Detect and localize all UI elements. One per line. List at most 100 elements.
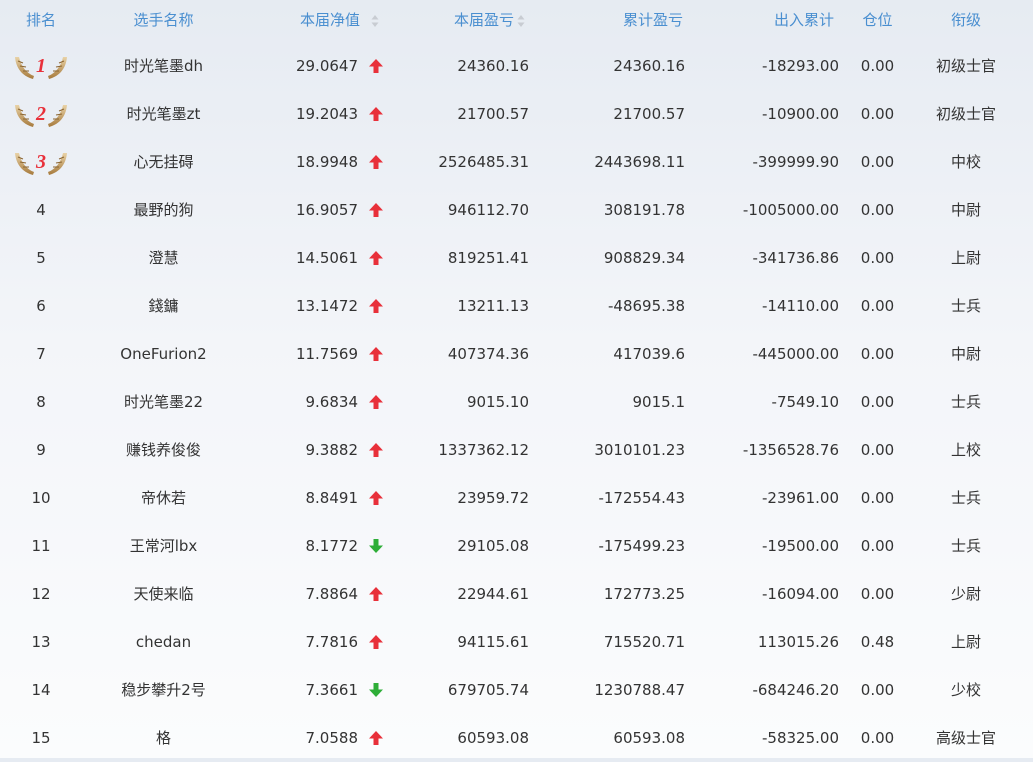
net-value: 11.7569 <box>295 345 358 363</box>
military-rank: 中尉 <box>950 201 981 219</box>
table-row[interactable]: 9 赚钱养俊俊 9.3882 1337362.12 3010101.23 -1356528… <box>0 426 1033 474</box>
table-row[interactable]: 6 錢鏞 13.1472 13211.13 -48695.38 -14110.00 0.00… <box>0 282 1033 330</box>
net-value: 19.2043 <box>295 105 358 123</box>
military-rank: 少尉 <box>950 585 981 603</box>
trend-indicator <box>366 90 386 138</box>
net-value: 29.0647 <box>295 57 358 75</box>
current-profit: 13211.13 <box>457 297 529 315</box>
player-name[interactable]: 稳步攀升2号 <box>82 666 245 714</box>
net-flow: -1005000.00 <box>742 201 839 219</box>
player-name[interactable]: 錢鏞 <box>82 282 245 330</box>
cumulative-profit: 21700.57 <box>613 105 685 123</box>
trend-indicator <box>366 186 386 234</box>
player-name[interactable]: 时光笔墨22 <box>82 378 245 426</box>
cumulative-profit: 60593.08 <box>613 729 685 747</box>
rank-number: 11 <box>31 537 51 555</box>
cumulative-profit: 2443698.11 <box>594 153 685 171</box>
trend-indicator <box>366 426 386 474</box>
current-profit: 9015.10 <box>466 393 529 411</box>
laurel-medal-icon: 3 <box>15 151 67 175</box>
column-header-nav[interactable]: 本届净值 <box>245 0 360 42</box>
position-ratio: 0.00 <box>860 105 895 123</box>
military-rank: 初级士官 <box>935 105 996 123</box>
net-value: 16.9057 <box>295 201 358 219</box>
cumulative-profit: -48695.38 <box>608 297 685 315</box>
net-flow: -23961.00 <box>762 489 839 507</box>
column-header-cumulative: 累计盈亏 <box>622 11 683 29</box>
net-flow: -14110.00 <box>762 297 839 315</box>
arrow-up-icon <box>369 155 383 169</box>
position-ratio: 0.00 <box>860 297 895 315</box>
position-ratio: 0.00 <box>860 393 895 411</box>
player-name[interactable]: 时光笔墨dh <box>82 42 245 90</box>
player-name[interactable]: 帝休若 <box>82 474 245 522</box>
table-row[interactable]: 12 天使来临 7.8864 22944.61 172773.25 -16094.00 0.… <box>0 570 1033 618</box>
net-flow: -16094.00 <box>762 585 839 603</box>
current-profit: 22944.61 <box>457 585 529 603</box>
military-rank: 士兵 <box>950 537 981 555</box>
current-profit: 946112.70 <box>447 201 529 219</box>
arrow-up-icon <box>369 395 383 409</box>
table-row[interactable]: 5 澄慧 14.5061 819251.41 908829.34 -341736.86 0.… <box>0 234 1033 282</box>
player-name[interactable]: 天使来临 <box>82 570 245 618</box>
table-row[interactable]: 8 时光笔墨22 9.6834 9015.10 9015.1 -7549.10 0.00 士兵 <box>0 378 1033 426</box>
medal-rank-number: 2 <box>35 103 46 125</box>
table-row[interactable]: 2 时光笔墨zt 19.2043 21700.57 21700.57 -10900.00 0… <box>0 90 1033 138</box>
cumulative-profit: 3010101.23 <box>594 441 685 459</box>
trend-indicator <box>366 330 386 378</box>
current-profit: 819251.41 <box>447 249 529 267</box>
table-row[interactable]: 14 稳步攀升2号 7.3661 679705.74 1230788.47 -684246… <box>0 666 1033 714</box>
net-flow: -10900.00 <box>762 105 839 123</box>
table-row[interactable]: 11 王常河lbx 8.1772 29105.08 -175499.23 -19500.0… <box>0 522 1033 570</box>
military-rank: 上尉 <box>950 249 981 267</box>
position-ratio: 0.00 <box>860 489 895 507</box>
player-name[interactable]: 王常河lbx <box>82 522 245 570</box>
arrow-up-icon <box>369 635 383 649</box>
position-ratio: 0.00 <box>860 585 895 603</box>
column-header-rank: 排名 <box>25 11 56 29</box>
player-name[interactable]: 心无挂碍 <box>82 138 245 186</box>
position-ratio: 0.00 <box>860 681 895 699</box>
player-name[interactable]: OneFurion2 <box>82 330 245 378</box>
military-rank: 中校 <box>950 153 981 171</box>
player-name[interactable]: 赚钱养俊俊 <box>82 426 245 474</box>
rank-number: 10 <box>31 489 51 507</box>
table-header: 排名 选手名称 本届净值 本届盈亏 累计盈亏 出入累计 仓位 衔级 <box>0 0 1033 42</box>
sort-icon[interactable] <box>517 14 525 28</box>
current-profit: 94115.61 <box>457 633 529 651</box>
table-row[interactable]: 7 OneFurion2 11.7569 407374.36 417039.6 -4450… <box>0 330 1033 378</box>
position-ratio: 0.00 <box>860 57 895 75</box>
trend-indicator <box>366 234 386 282</box>
table-row[interactable]: 1 时光笔墨dh 29.0647 24360.16 24360.16 -18293.00 0… <box>0 42 1033 90</box>
rank-number: 14 <box>31 681 51 699</box>
current-profit: 679705.74 <box>447 681 529 699</box>
player-name[interactable]: 最野的狗 <box>82 186 245 234</box>
player-name[interactable]: 澄慧 <box>82 234 245 282</box>
net-value: 14.5061 <box>295 249 358 267</box>
cumulative-profit: 308191.78 <box>603 201 685 219</box>
player-name[interactable]: 格 <box>82 714 245 762</box>
player-name[interactable]: 时光笔墨zt <box>82 90 245 138</box>
column-header-flow: 出入累计 <box>773 11 834 29</box>
trend-indicator <box>366 378 386 426</box>
table-row[interactable]: 4 最野的狗 16.9057 946112.70 308191.78 -1005000.0… <box>0 186 1033 234</box>
player-name[interactable]: chedan <box>82 618 245 666</box>
sort-icon[interactable] <box>371 14 379 28</box>
medal-rank-number: 3 <box>35 151 46 173</box>
net-flow: 113015.26 <box>757 633 839 651</box>
rank-number: 15 <box>31 729 51 747</box>
table-row[interactable]: 15 格 7.0588 60593.08 60593.08 -58325.00 0.00 高级… <box>0 714 1033 762</box>
cumulative-profit: 9015.1 <box>632 393 686 411</box>
military-rank: 高级士官 <box>935 729 996 747</box>
rank-number: 6 <box>36 297 46 315</box>
column-header-profit[interactable]: 本届盈亏 <box>386 0 514 42</box>
arrow-down-icon <box>369 683 383 697</box>
table-row[interactable]: 13 chedan 7.7816 94115.61 715520.71 113015.26… <box>0 618 1033 666</box>
position-ratio: 0.00 <box>860 249 895 267</box>
table-row[interactable]: 10 帝休若 8.8491 23959.72 -172554.43 -23961.00 0.… <box>0 474 1033 522</box>
net-flow: -19500.00 <box>762 537 839 555</box>
position-ratio: 0.00 <box>860 153 895 171</box>
leaderboard-table: 排名 选手名称 本届净值 本届盈亏 累计盈亏 出入累计 仓位 衔级 1 时光笔墨d… <box>0 0 1033 762</box>
cumulative-profit: -172554.43 <box>598 489 685 507</box>
table-row[interactable]: 3 心无挂碍 18.9948 2526485.31 2443698.11 -399999.… <box>0 138 1033 186</box>
